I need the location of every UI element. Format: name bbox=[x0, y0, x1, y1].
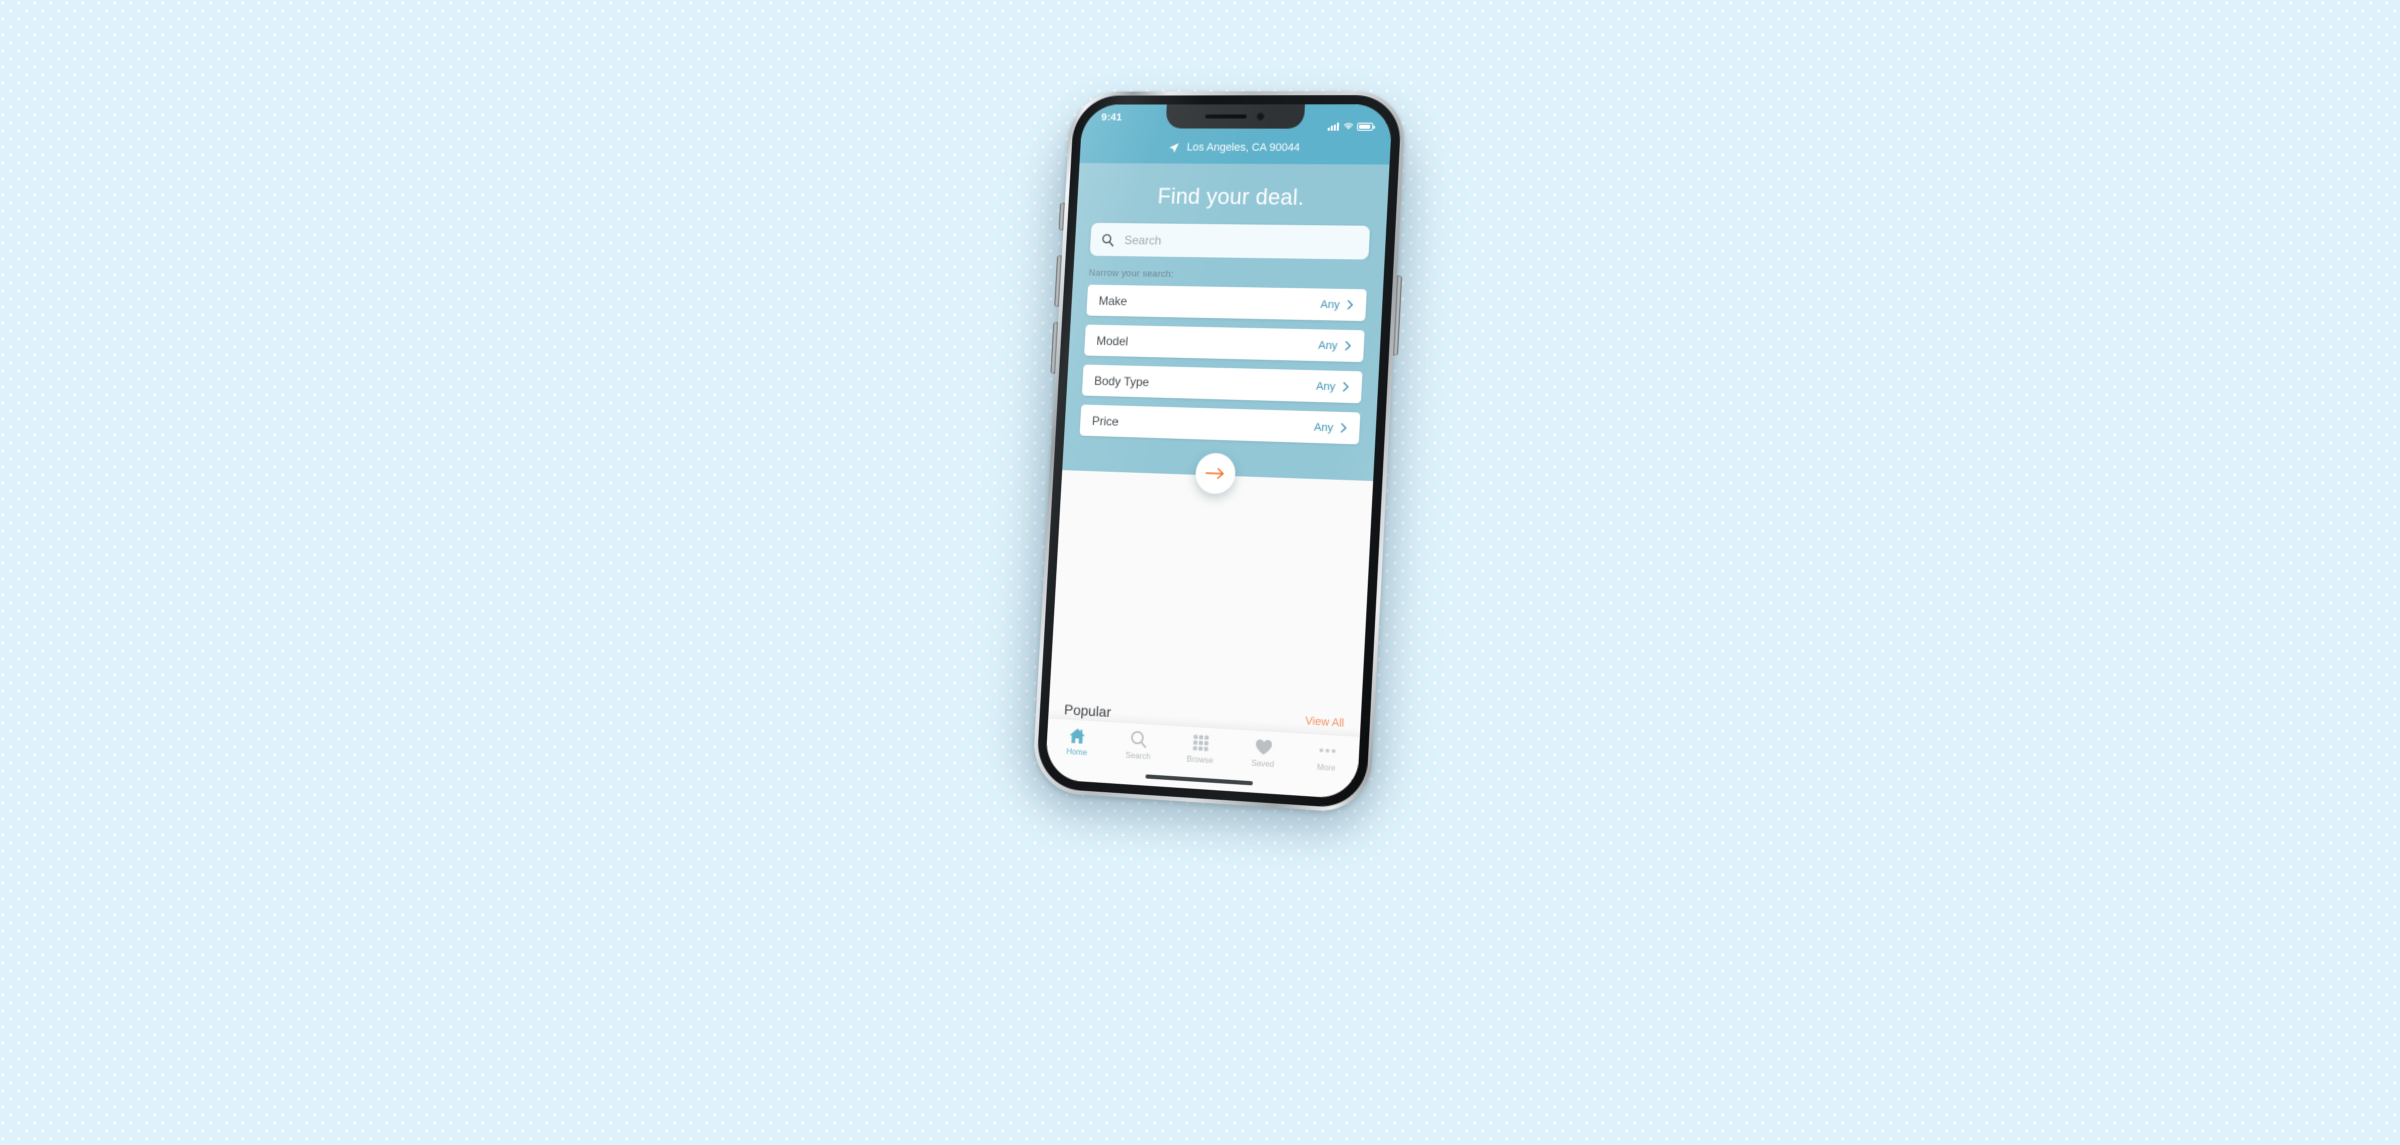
ellipsis-icon bbox=[1317, 741, 1336, 761]
tab-saved[interactable]: Saved bbox=[1231, 736, 1296, 771]
filter-label: Model bbox=[1096, 333, 1129, 348]
filter-value: Any bbox=[1315, 379, 1336, 393]
filter-label: Body Type bbox=[1093, 373, 1150, 389]
silent-switch-button[interactable] bbox=[1058, 202, 1065, 231]
section-title: Popular bbox=[1063, 701, 1112, 721]
device-frame: 9:41 Los Angeles, CA 90044 Find your dea… bbox=[1031, 90, 1407, 814]
tab-label: Browse bbox=[1186, 754, 1214, 766]
submit-search-button[interactable] bbox=[1194, 452, 1237, 495]
mockup-stage: 9:41 Los Angeles, CA 90044 Find your dea… bbox=[0, 0, 2400, 1145]
filter-row-body-type[interactable]: Body Type Any bbox=[1081, 364, 1363, 404]
tab-home[interactable]: Home bbox=[1046, 724, 1109, 758]
phone-device: 9:41 Los Angeles, CA 90044 Find your dea… bbox=[1016, 90, 1413, 817]
wifi-icon bbox=[1342, 122, 1354, 130]
filter-row-model[interactable]: Model Any bbox=[1084, 324, 1365, 363]
front-camera bbox=[1256, 112, 1265, 121]
tab-browse[interactable]: Browse bbox=[1169, 732, 1233, 767]
location-bar[interactable]: Los Angeles, CA 90044 bbox=[1080, 134, 1392, 164]
popular-section: Popular View All Home Search Browse Save… bbox=[1044, 470, 1374, 800]
filter-value: Any bbox=[1320, 298, 1340, 311]
filters-heading: Narrow your search: bbox=[1088, 267, 1174, 280]
filter-value-group: Any bbox=[1316, 380, 1350, 393]
tab-label: More bbox=[1316, 762, 1336, 774]
chevron-right-icon bbox=[1346, 299, 1354, 310]
navigation-arrow-icon bbox=[1168, 142, 1179, 153]
popular-card[interactable]: $27,800 bbox=[1185, 730, 1307, 796]
cellular-signal-icon bbox=[1327, 122, 1340, 131]
home-icon bbox=[1068, 726, 1086, 745]
filter-value-group: Any bbox=[1318, 339, 1352, 352]
battery-icon bbox=[1356, 122, 1374, 131]
search-input[interactable] bbox=[1122, 231, 1359, 251]
filter-row-price[interactable]: Price Any bbox=[1079, 404, 1361, 445]
page-title: Find your deal. bbox=[1156, 183, 1305, 210]
chevron-right-icon bbox=[1340, 422, 1348, 434]
search-icon bbox=[1130, 729, 1149, 748]
home-indicator[interactable] bbox=[1145, 774, 1253, 786]
filter-value-group: Any bbox=[1314, 421, 1348, 434]
device-notch bbox=[1165, 104, 1305, 129]
search-icon bbox=[1101, 232, 1115, 246]
tab-label: Home bbox=[1066, 746, 1088, 758]
filter-label: Price bbox=[1091, 413, 1119, 429]
chevron-right-icon bbox=[1344, 340, 1352, 351]
device-screen: 9:41 Los Angeles, CA 90044 Find your dea… bbox=[1044, 104, 1393, 800]
card-price: $27,800 bbox=[1186, 766, 1305, 789]
status-indicators bbox=[1327, 111, 1374, 131]
heart-icon bbox=[1254, 737, 1273, 757]
filter-row-make[interactable]: Make Any bbox=[1086, 284, 1367, 322]
filters-section: Narrow your search: Make Any Model Any B… bbox=[1063, 255, 1385, 455]
bottom-tab-bar: Home Search Browse Saved More bbox=[1044, 717, 1360, 800]
location-text: Los Angeles, CA 90044 bbox=[1186, 141, 1301, 154]
hero-section: Find your deal. bbox=[1074, 163, 1390, 260]
device-bezel: 9:41 Los Angeles, CA 90044 Find your dea… bbox=[1035, 95, 1403, 810]
grid-icon bbox=[1192, 733, 1209, 752]
app-top-bar: 9:41 Los Angeles, CA 90044 bbox=[1079, 104, 1393, 165]
car-photo bbox=[1186, 730, 1307, 774]
tab-label: Saved bbox=[1251, 758, 1275, 770]
filter-value: Any bbox=[1318, 339, 1338, 352]
status-time: 9:41 bbox=[1100, 111, 1123, 124]
tab-search[interactable]: Search bbox=[1107, 728, 1170, 762]
search-bar[interactable] bbox=[1089, 222, 1371, 260]
arrow-right-icon bbox=[1204, 466, 1227, 481]
chevron-right-icon bbox=[1342, 381, 1350, 392]
tab-more[interactable]: More bbox=[1294, 739, 1360, 774]
filter-value-group: Any bbox=[1320, 298, 1354, 311]
view-all-link[interactable]: View All bbox=[1305, 715, 1345, 730]
tab-label: Search bbox=[1125, 750, 1151, 762]
filter-value: Any bbox=[1313, 420, 1334, 434]
earpiece-speaker bbox=[1205, 114, 1247, 119]
filter-label: Make bbox=[1098, 293, 1128, 308]
